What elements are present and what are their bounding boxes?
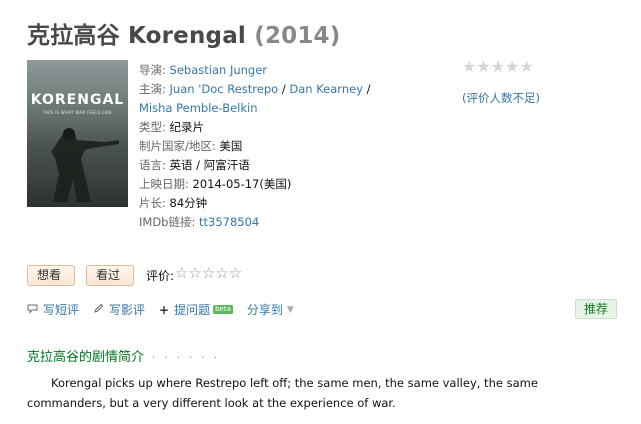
beta-badge: beta (213, 305, 233, 314)
genre-label: 类型: (139, 120, 166, 134)
want-to-watch-button[interactable]: 想看 (27, 265, 75, 286)
movie-poster[interactable]: KORENGAL THIS IS WHAT WAR FEELS LIKE (27, 60, 128, 207)
rating-star-icon: ★★★★★ (462, 57, 534, 76)
movie-info: 导演: Sebastian Junger 主演: Juan 'Doc Restr… (139, 61, 389, 232)
country-label: 制片国家/地区: (139, 139, 216, 153)
empty-star-icon[interactable]: ☆☆☆☆☆ (175, 266, 242, 281)
language-value: 英语 / 阿富汗语 (169, 158, 250, 172)
rate-label: 评价: (146, 269, 175, 283)
movie-year: (2014) (254, 23, 341, 49)
synopsis-title: 克拉高谷的剧情简介 (27, 350, 145, 365)
runtime-label: 片长: (139, 196, 166, 210)
share-dropdown[interactable]: 分享到 ▼ (247, 301, 294, 318)
write-short-review-label: 写短评 (43, 303, 80, 317)
cast-link[interactable]: Dan Kearney (289, 82, 363, 96)
speech-bubble-icon (27, 303, 38, 317)
cast-label: 主演: (139, 82, 166, 96)
director-link[interactable]: Sebastian Junger (170, 63, 267, 77)
cast-link[interactable]: Juan 'Doc Restrepo (170, 82, 279, 96)
share-label: 分享到 (246, 303, 283, 317)
action-bar: 写短评 写影评 + 提问题 beta 分享到 ▼ (27, 301, 308, 318)
cast-separator: / (278, 82, 290, 96)
rating-stars: ★★★★★ (462, 59, 534, 75)
language-label: 语言: (139, 158, 166, 172)
watched-button[interactable]: 看过 (86, 265, 134, 286)
synopsis-dots: · · · · · · (152, 353, 220, 364)
poster-subtitle: THIS IS WHAT WAR FEELS LIKE (42, 110, 113, 115)
page-title: 克拉高谷 Korengal (2014) (27, 16, 340, 50)
write-review-label: 写影评 (109, 303, 146, 317)
synopsis-heading: 克拉高谷的剧情简介 · · · · · · (27, 346, 220, 365)
movie-title: 克拉高谷 Korengal (27, 23, 247, 49)
genre-value: 纪录片 (169, 120, 205, 134)
imdb-link[interactable]: tt3578504 (199, 215, 259, 229)
write-short-review-button[interactable]: 写短评 (27, 301, 79, 318)
write-review-button[interactable]: 写影评 (93, 301, 145, 318)
plus-icon: + (159, 302, 170, 317)
poster-title: KORENGAL (30, 92, 125, 108)
rating-count-link[interactable]: (评价人数不足) (462, 90, 540, 106)
cast-link[interactable]: Misha Pemble-Belkin (139, 101, 258, 115)
soldier-silhouette-icon (51, 128, 119, 202)
rating-star-row: ★★★★★ (462, 59, 534, 75)
synopsis-text: Korengal picks up where Restrepo left of… (27, 376, 538, 410)
runtime-value: 84分钟 (169, 196, 208, 210)
cast-separator: / (363, 82, 371, 96)
release-label: 上映日期: (139, 177, 189, 191)
chevron-down-icon: ▼ (286, 304, 294, 315)
director-label: 导演: (139, 63, 166, 77)
recommend-button[interactable]: 推荐 (575, 299, 617, 319)
release-value: 2014-05-17(美国) (192, 177, 292, 191)
pencil-icon (93, 303, 104, 317)
ask-question-button[interactable]: + 提问题 beta (159, 301, 233, 318)
imdb-label: IMDb链接: (139, 215, 196, 229)
country-value: 美国 (219, 139, 243, 153)
ask-question-label: 提问题 (174, 303, 211, 317)
rate-stars[interactable]: ☆☆☆☆☆ (175, 266, 242, 281)
